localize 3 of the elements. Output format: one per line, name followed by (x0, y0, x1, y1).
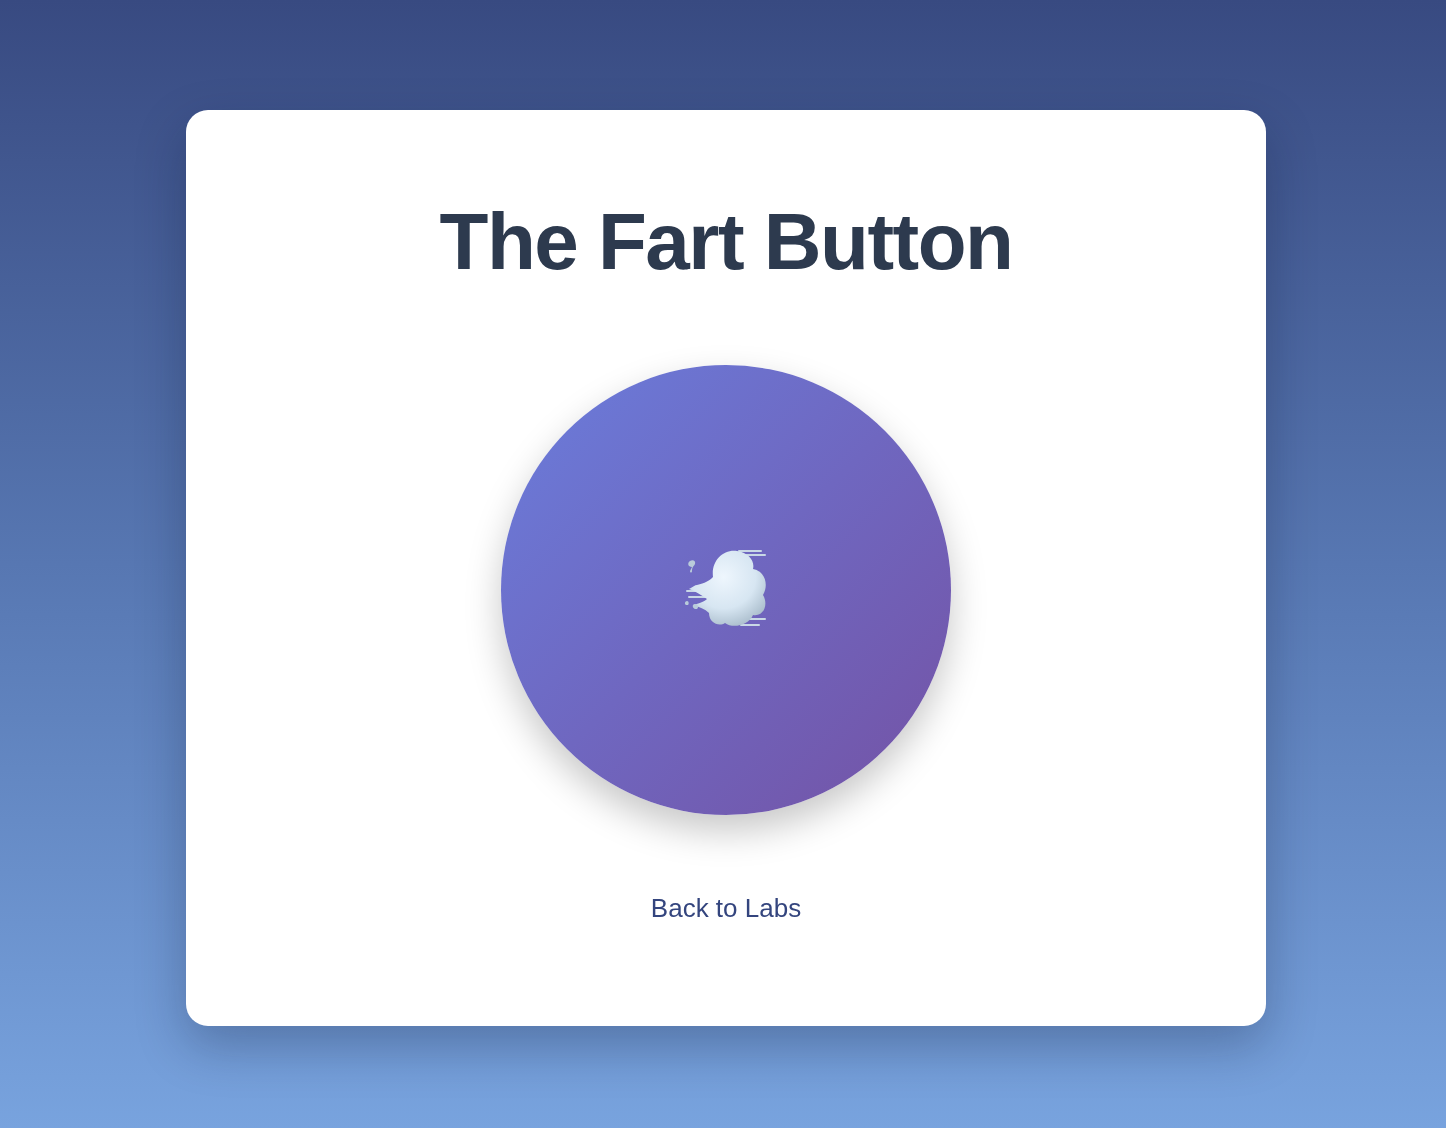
page-title: The Fart Button (439, 198, 1013, 286)
back-link[interactable]: Back to Labs (650, 893, 802, 923)
puff-cloud-icon (683, 547, 769, 629)
